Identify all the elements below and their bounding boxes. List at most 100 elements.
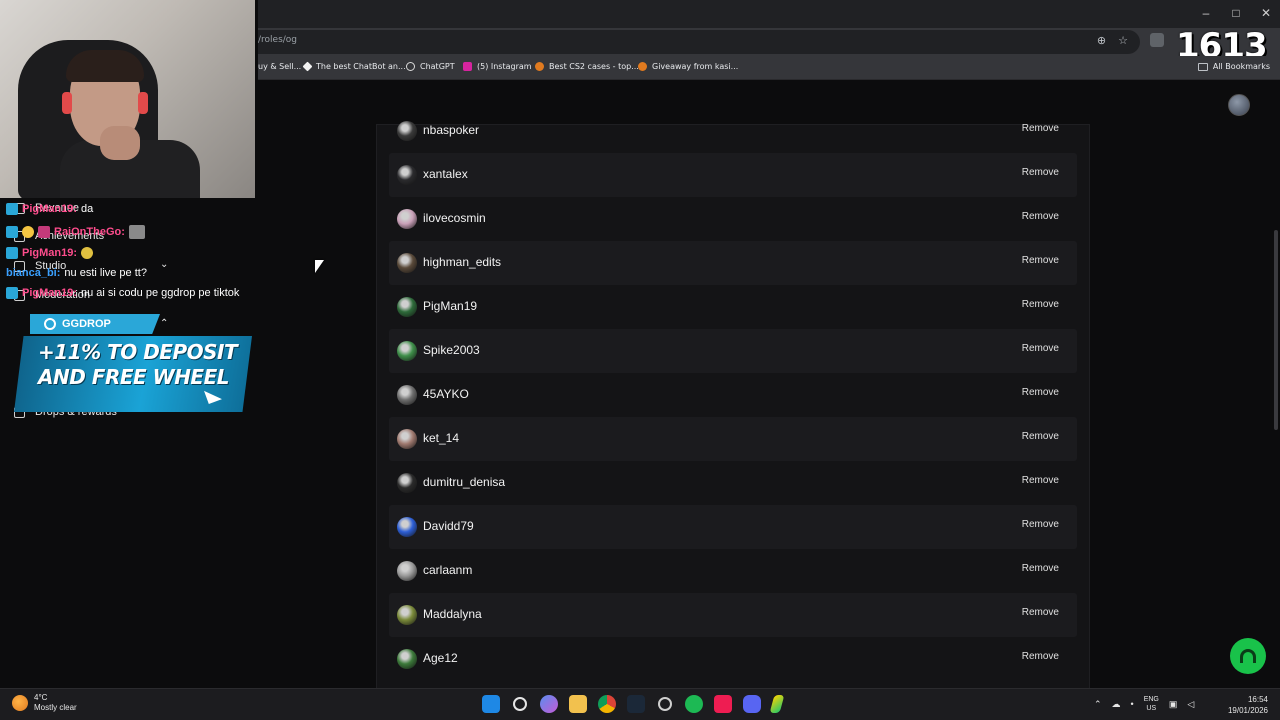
bookmark-item[interactable]: (5) Instagram — [463, 62, 532, 71]
member-row: ket_14 Remove — [389, 417, 1077, 461]
network-icon[interactable]: ▣ — [1169, 699, 1178, 710]
avatar — [397, 385, 417, 405]
file-explorer-icon[interactable] — [569, 695, 587, 713]
cloud-icon[interactable]: ☁ — [1112, 699, 1121, 710]
chrome-icon[interactable] — [598, 695, 616, 713]
remove-button[interactable]: Remove — [1022, 167, 1059, 178]
member-row: Davidd79 Remove — [389, 505, 1077, 549]
remove-button[interactable]: Remove — [1022, 343, 1059, 354]
microphone-icon[interactable]: • — [1131, 699, 1134, 709]
bookmark-star-icon[interactable]: ☆ — [1118, 34, 1128, 47]
search-icon[interactable] — [513, 697, 527, 711]
member-name: 45AYKO — [423, 387, 469, 401]
remove-button[interactable]: Remove — [1022, 299, 1059, 310]
bookmark-item[interactable]: Best CS2 cases - top... — [535, 62, 639, 71]
emote-icon — [128, 225, 145, 239]
window-controls: – □ ✕ — [1198, 4, 1274, 22]
taskbar-apps — [482, 695, 785, 713]
headphone-icon — [138, 92, 148, 114]
weather-widget[interactable]: 4°C Mostly clear — [12, 693, 77, 713]
folder-icon — [1197, 62, 1208, 71]
member-row: xantalex Remove — [389, 153, 1077, 197]
remove-button[interactable]: Remove — [1022, 519, 1059, 530]
avatar — [397, 605, 417, 625]
minimize-button[interactable]: – — [1198, 4, 1214, 22]
site-icon — [638, 62, 647, 71]
sub-badge-icon — [6, 203, 18, 215]
chat-username: PigMan19: — [22, 247, 78, 259]
remove-button[interactable]: Remove — [1022, 123, 1059, 134]
member-name: Davidd79 — [423, 519, 474, 533]
chat-message: PigMan19: nu ai si codu pe ggdrop pe tik… — [6, 287, 239, 299]
user-avatar[interactable] — [1228, 94, 1250, 116]
close-button[interactable]: ✕ — [1258, 4, 1274, 22]
ggdrop-promo-banner[interactable]: GGDROP +11% TO DEPOSIT AND FREE WHEEL — [10, 314, 252, 416]
chat-message: RaiOnTheGo: — [6, 225, 145, 239]
bookmark-item[interactable]: ChatGPT — [406, 62, 455, 71]
avatar — [397, 561, 417, 581]
tiktok-icon[interactable] — [714, 695, 732, 713]
member-name: Age12 — [423, 651, 458, 665]
maximize-button[interactable]: □ — [1228, 4, 1244, 22]
page-scrollbar[interactable] — [1274, 230, 1278, 430]
zoom-icon[interactable]: ⊕ — [1097, 34, 1106, 47]
weather-text: 4°C Mostly clear — [34, 693, 77, 713]
settings-icon[interactable] — [658, 697, 672, 711]
all-bookmarks-button[interactable]: All Bookmarks — [1197, 62, 1270, 71]
copilot-icon[interactable] — [540, 695, 558, 713]
promo-brand-tag: GGDROP — [30, 314, 160, 334]
bookmark-label: Giveaway from kasi... — [652, 62, 739, 71]
discord-icon[interactable] — [743, 695, 761, 713]
headphone-icon — [62, 92, 72, 114]
remove-button[interactable]: Remove — [1022, 563, 1059, 574]
member-row: Spike2003 Remove — [389, 329, 1077, 373]
warning-badge-icon — [22, 226, 34, 238]
bookmark-item[interactable]: Giveaway from kasi... — [638, 62, 738, 71]
bookmark-label: The best ChatBot an... — [316, 62, 406, 71]
chat-username: PigMan19: — [22, 203, 78, 215]
app-icon[interactable] — [769, 695, 785, 713]
sub-badge-icon — [6, 226, 18, 238]
remove-button[interactable]: Remove — [1022, 211, 1059, 222]
spotify-icon[interactable] — [685, 695, 703, 713]
stream-overlay: Revenue Achievements Studio ⌄ Moderation… — [0, 0, 258, 690]
member-row: dumitru_denisa Remove — [389, 461, 1077, 505]
remove-button[interactable]: Remove — [1022, 651, 1059, 662]
bookmark-item[interactable]: The best ChatBot an... — [302, 61, 406, 72]
steam-icon[interactable] — [627, 695, 645, 713]
remove-button[interactable]: Remove — [1022, 475, 1059, 486]
screen: – □ ✕ /roles/og ⊕ ☆ 1613 uy & Sell... Th… — [0, 0, 1280, 720]
member-name: PigMan19 — [423, 299, 478, 313]
time: 16:54 — [1247, 695, 1268, 704]
bookmark-item[interactable]: uy & Sell... — [258, 62, 301, 71]
chevron-up-icon[interactable]: ⌃ — [1094, 699, 1102, 710]
extension-icon[interactable] — [1150, 33, 1164, 47]
remove-button[interactable]: Remove — [1022, 387, 1059, 398]
address-bar[interactable]: /roles/og ⊕ ☆ — [240, 30, 1140, 54]
chat-text: nu ai si codu pe ggdrop pe tiktok — [81, 287, 240, 299]
member-name: Maddalyna — [423, 607, 482, 621]
windows-start-icon[interactable] — [482, 695, 500, 713]
site-icon — [535, 62, 544, 71]
clock[interactable]: 16:54 19/01/2026 — [1228, 694, 1268, 716]
member-name: highman_edits — [423, 255, 502, 269]
all-bookmarks-label: All Bookmarks — [1212, 62, 1270, 71]
volume-icon[interactable]: ◁ — [1187, 699, 1194, 710]
chat-username: PigMan19: — [22, 287, 78, 299]
member-row: highman_edits Remove — [389, 241, 1077, 285]
support-chat-button[interactable] — [1230, 638, 1266, 674]
remove-button[interactable]: Remove — [1022, 431, 1059, 442]
language-indicator[interactable]: ENG US — [1144, 695, 1159, 713]
omnibox-actions: ⊕ ☆ — [1097, 34, 1128, 47]
member-row: Age12 Remove — [389, 637, 1077, 681]
avatar — [397, 517, 417, 537]
chat-text: da — [81, 203, 94, 215]
mouse-cursor-icon — [315, 260, 324, 273]
chat-message: bianca_bi: nu esti live pe tt? — [6, 267, 147, 279]
bookmark-label: (5) Instagram — [477, 62, 532, 71]
chevron-down-icon[interactable]: ⌄ — [160, 259, 168, 270]
avatar — [397, 121, 417, 141]
bookmark-label: uy & Sell... — [258, 62, 302, 71]
remove-button[interactable]: Remove — [1022, 255, 1059, 266]
remove-button[interactable]: Remove — [1022, 607, 1059, 618]
